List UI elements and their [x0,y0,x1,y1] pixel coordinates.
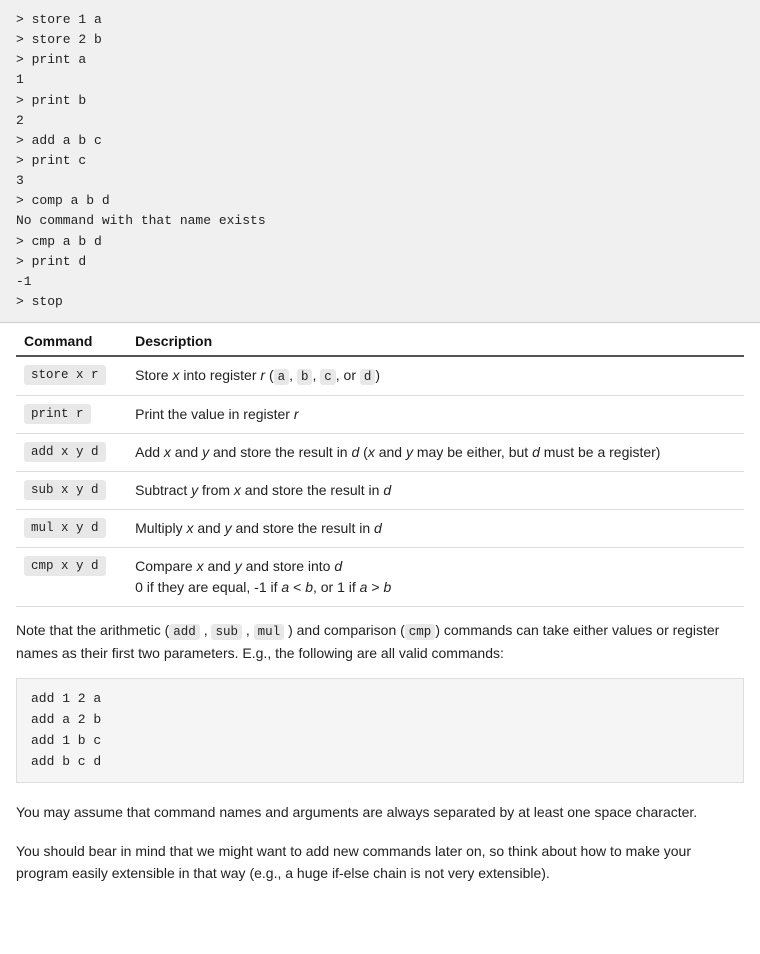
command-cell: mul x y d [16,509,127,547]
table-row: print r Print the value in register r [16,395,744,433]
terminal-line: -1 [16,272,744,292]
terminal-line: > stop [16,292,744,312]
example-block: add 1 2 aadd a 2 badd 1 b cadd b c d [16,678,744,783]
note-code-mul: mul [254,624,285,640]
command-cell: cmp x y d [16,547,127,606]
command-code: print r [24,404,91,424]
terminal-line: No command with that name exists [16,211,744,231]
command-cell: add x y d [16,433,127,471]
description-cell: Multiply x and y and store the result in… [127,509,744,547]
terminal-line: > cmp a b d [16,232,744,252]
command-code: mul x y d [24,518,106,538]
terminal-line: > print d [16,252,744,272]
note-code-sub: sub [211,624,242,640]
description-cell: Compare x and y and store into d0 if the… [127,547,744,606]
command-table: Command Description store x r Store x int… [16,323,744,607]
col-description-header: Description [127,323,744,356]
table-row: add x y d Add x and y and store the resul… [16,433,744,471]
description-cell: Store x into register r (a, b, c, or d) [127,356,744,395]
terminal-line: > store 2 b [16,30,744,50]
note-code-add: add [169,624,200,640]
terminal-block: > store 1 a> store 2 b> print a1> print … [0,0,760,323]
footer-para-1: You may assume that command names and ar… [0,795,760,833]
example-line: add a 2 b [31,710,729,731]
command-section: Command Description store x r Store x int… [0,323,760,607]
col-command-header: Command [16,323,127,356]
example-line: add b c d [31,752,729,773]
table-row: store x r Store x into register r (a, b, … [16,356,744,395]
table-row: sub x y d Subtract y from x and store the… [16,471,744,509]
command-code: cmp x y d [24,556,106,576]
terminal-line: > print a [16,50,744,70]
description-cell: Subtract y from x and store the result i… [127,471,744,509]
command-code: add x y d [24,442,106,462]
command-code: store x r [24,365,106,385]
terminal-line: > comp a b d [16,191,744,211]
table-row: cmp x y d Compare x and y and store into … [16,547,744,606]
terminal-line: > store 1 a [16,10,744,30]
command-cell: store x r [16,356,127,395]
note-paragraph: Note that the arithmetic (add , sub , mu… [0,607,760,672]
note-code-cmp: cmp [405,624,436,640]
example-line: add 1 2 a [31,689,729,710]
terminal-line: 3 [16,171,744,191]
description-cell: Print the value in register r [127,395,744,433]
terminal-line: > print c [16,151,744,171]
terminal-line: 2 [16,111,744,131]
terminal-line: > add a b c [16,131,744,151]
terminal-line: 1 [16,70,744,90]
command-cell: sub x y d [16,471,127,509]
description-cell: Add x and y and store the result in d (x… [127,433,744,471]
table-row: mul x y d Multiply x and y and store the … [16,509,744,547]
terminal-line: > print b [16,91,744,111]
command-cell: print r [16,395,127,433]
footer-para-2: You should bear in mind that we might wa… [0,834,760,895]
command-code: sub x y d [24,480,106,500]
example-line: add 1 b c [31,731,729,752]
